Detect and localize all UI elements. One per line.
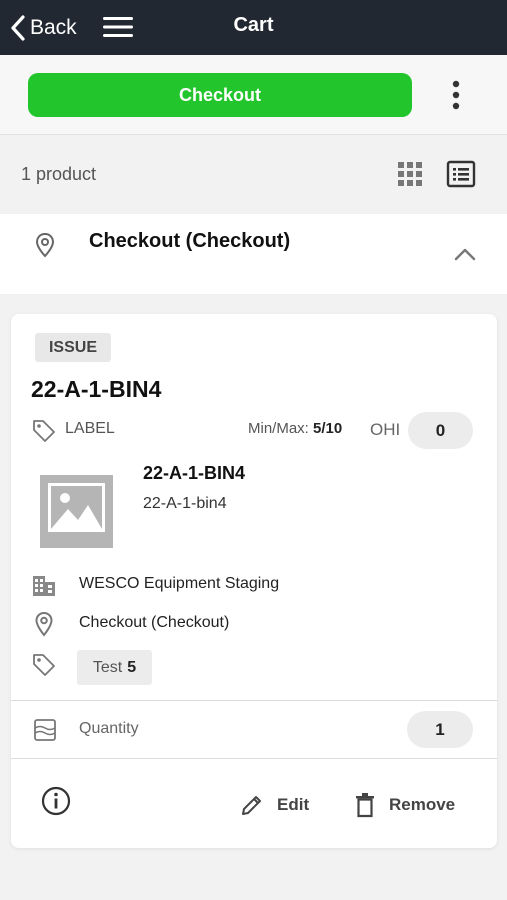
info-icon[interactable] <box>40 785 72 817</box>
divider <box>11 758 497 759</box>
back-button[interactable]: Back <box>10 12 77 44</box>
group-title: Checkout (Checkout) <box>89 230 291 252</box>
building-name: WESCO Equipment Staging <box>79 575 280 592</box>
min-max-value: 5/10 <box>313 420 343 437</box>
item-label: LABEL <box>65 420 115 437</box>
back-label: Back <box>30 16 77 39</box>
divider <box>11 700 497 701</box>
ohi-label: OHI <box>370 420 401 439</box>
remove-button[interactable]: Remove <box>353 790 455 820</box>
tag-count: 5 <box>127 658 137 676</box>
tag-icon <box>33 420 55 442</box>
action-bar: Checkout <box>0 55 507 135</box>
quantity-value[interactable]: 1 <box>407 711 473 748</box>
remove-label: Remove <box>389 795 456 814</box>
image-placeholder-icon <box>40 475 113 548</box>
tag-name: Test <box>92 658 123 676</box>
quantity-label: Quantity <box>79 720 139 737</box>
more-options-button[interactable] <box>444 77 468 113</box>
edit-button[interactable]: Edit <box>239 790 309 820</box>
cart-item-card: ISSUE 22-A-1-BIN4 LABEL Min/Max: 5/10 OH… <box>11 314 497 848</box>
top-app-bar: Back Cart <box>0 0 507 55</box>
min-max: Min/Max: 5/10 <box>248 420 342 437</box>
chevron-up-icon[interactable] <box>452 244 478 264</box>
building-row: WESCO Equipment Staging <box>11 570 497 600</box>
hamburger-icon[interactable] <box>103 16 133 38</box>
chevron-left-icon <box>11 15 25 41</box>
location-pin-icon <box>35 232 55 258</box>
grid-view-icon[interactable] <box>396 160 424 188</box>
item-name: 22-A-1-BIN4 <box>143 463 246 483</box>
building-icon <box>33 576 55 596</box>
edit-label: Edit <box>277 795 310 814</box>
trash-icon <box>356 793 374 818</box>
issue-badge: ISSUE <box>35 333 111 362</box>
kebab-icon <box>452 80 460 110</box>
checkout-button[interactable]: Checkout <box>28 73 412 117</box>
list-view-icon[interactable] <box>446 160 476 188</box>
quantity-icon <box>34 719 56 741</box>
area-row: Checkout (Checkout) <box>11 609 497 639</box>
area-name: Checkout (Checkout) <box>79 614 230 631</box>
summary-bar: 1 product <box>0 136 507 214</box>
tag-chip: Test 5 <box>77 650 152 685</box>
item-title: 22-A-1-BIN4 <box>31 376 162 402</box>
tag-icon <box>33 654 55 676</box>
location-pin-icon <box>35 611 53 637</box>
location-group-header[interactable]: Checkout (Checkout) <box>0 214 507 294</box>
pencil-icon <box>242 796 261 815</box>
item-description: 22-A-1-bin4 <box>143 495 227 512</box>
min-max-label: Min/Max: <box>248 420 309 437</box>
ohi-value: 0 <box>408 412 473 449</box>
product-count: 1 product <box>21 164 97 184</box>
